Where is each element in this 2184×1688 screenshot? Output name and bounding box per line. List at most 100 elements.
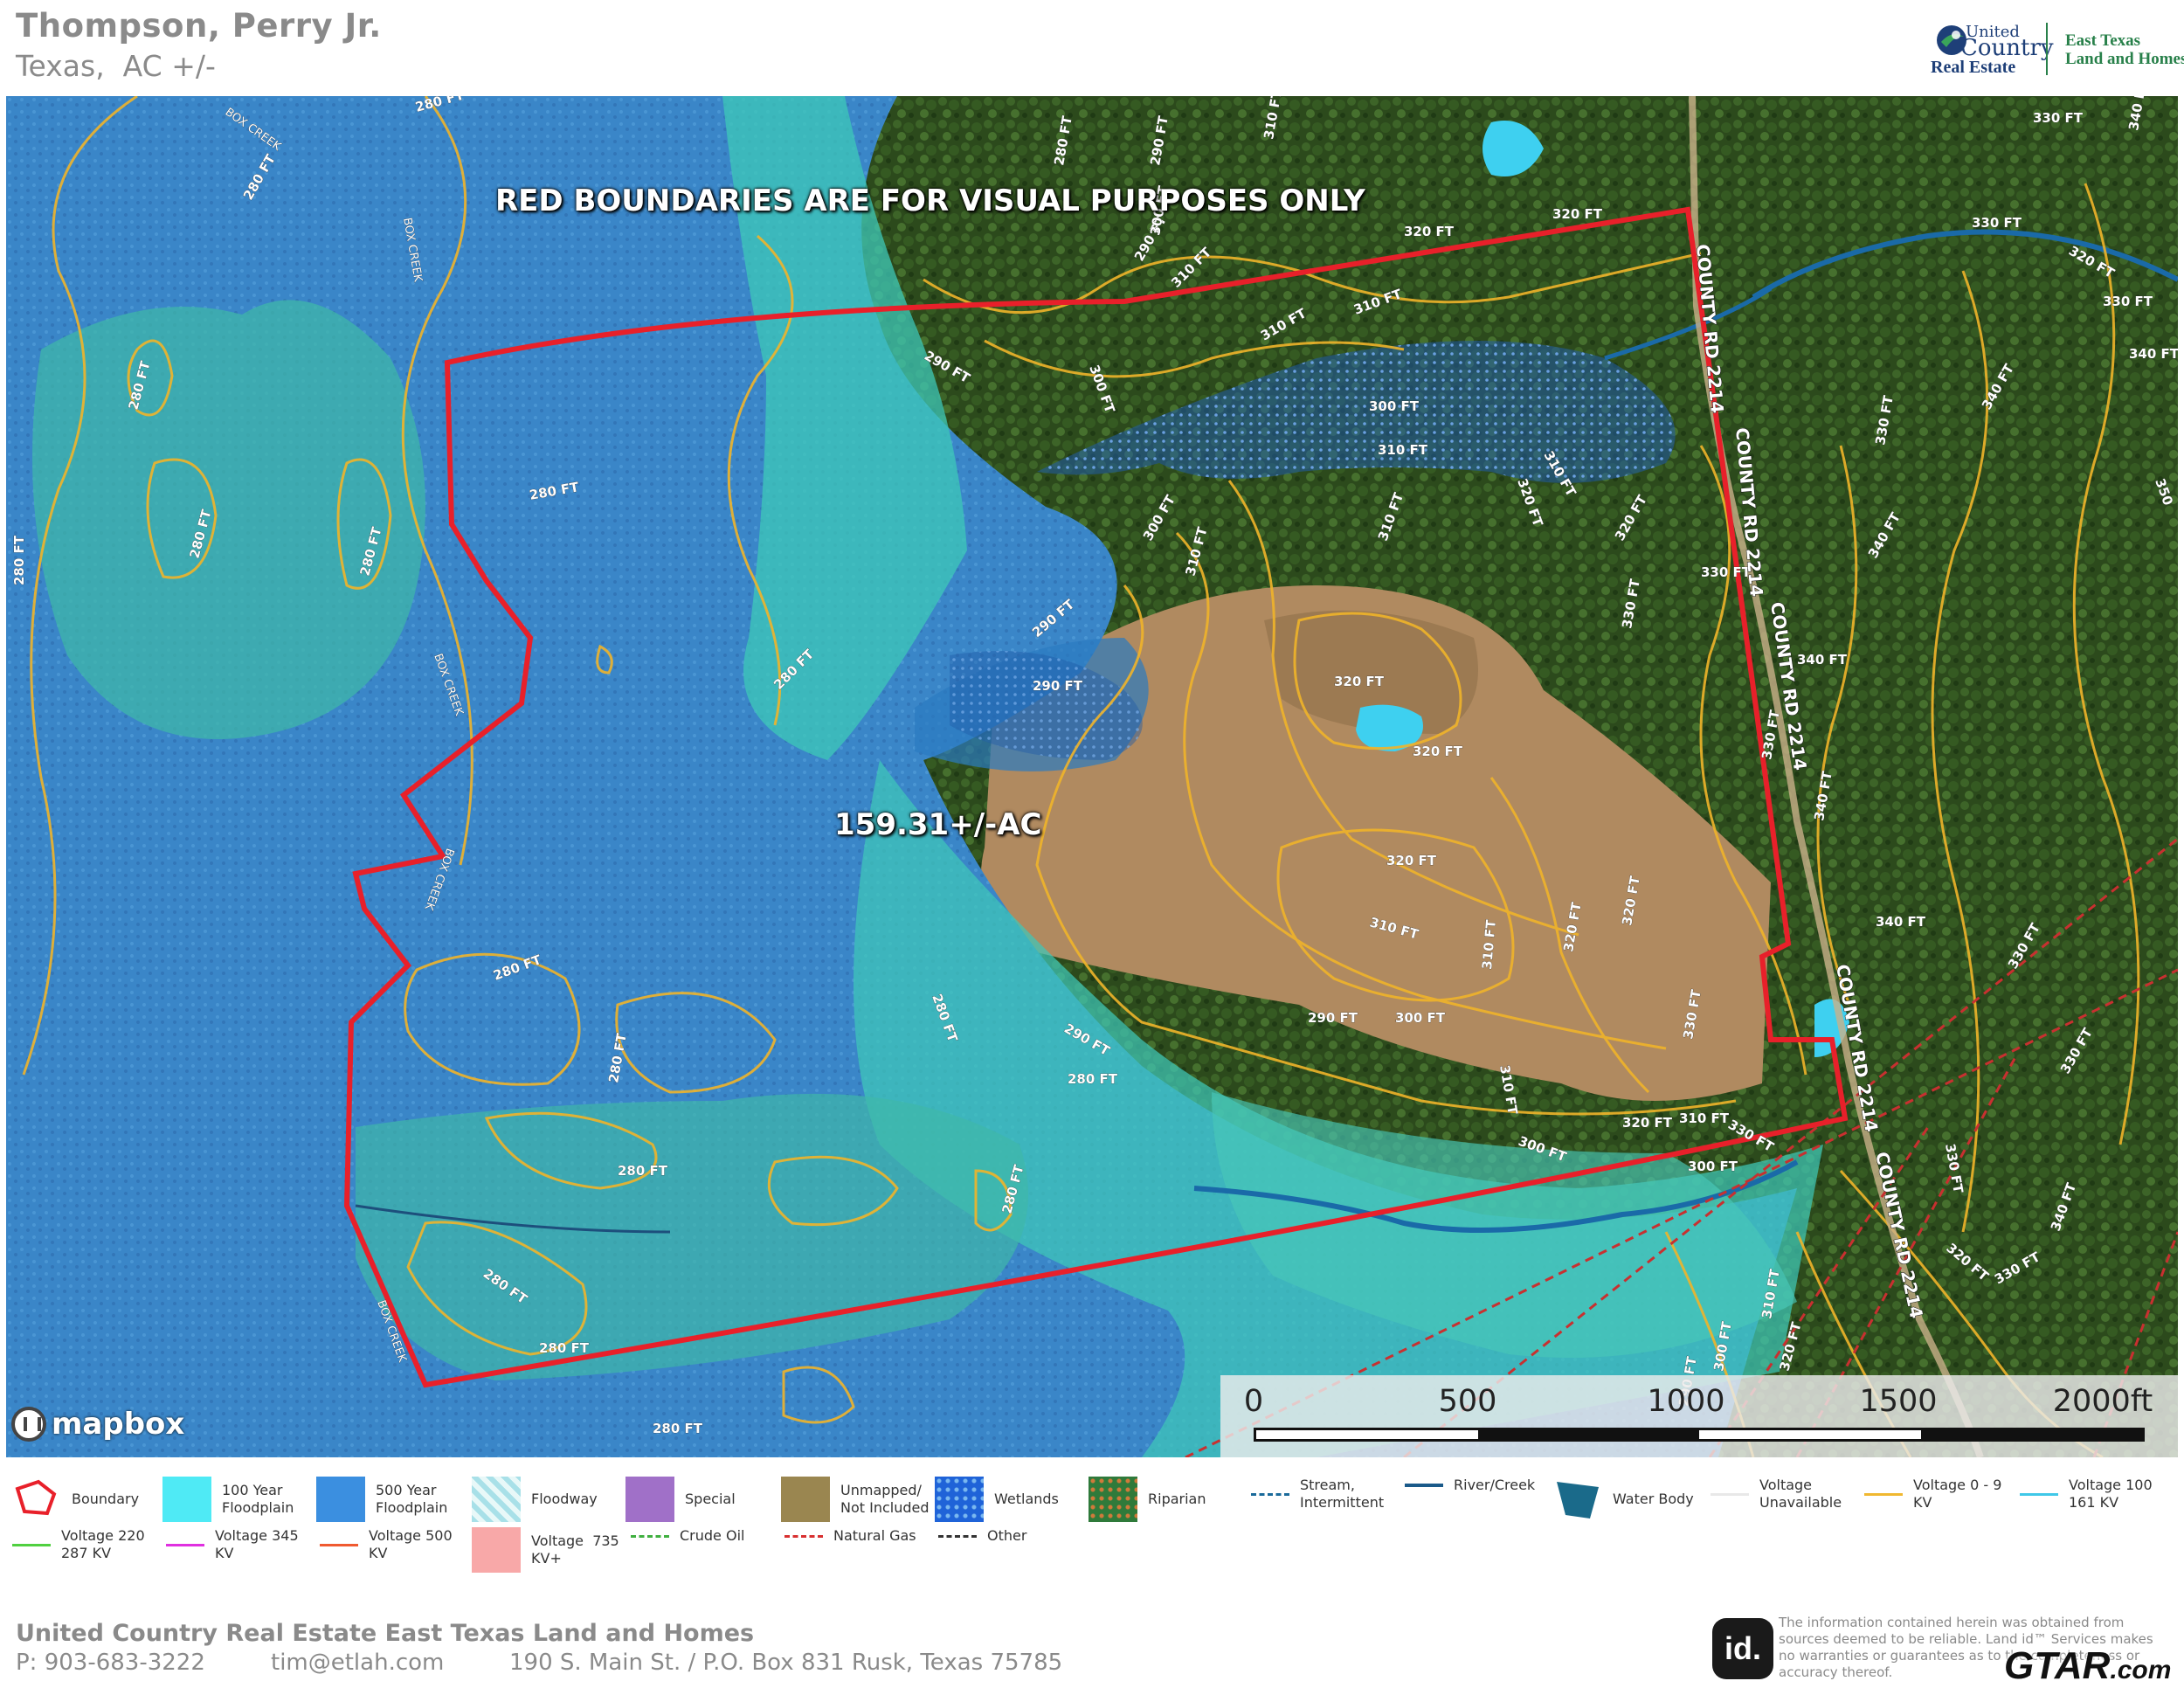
legend-item-river-creek: River/Creek (1405, 1477, 1535, 1494)
contour-label: 330 FT (2005, 920, 2043, 972)
contour-label: 320 FT (1404, 224, 1455, 239)
contour-label: 310 FT (1182, 525, 1210, 578)
legend-item-floodplain-100: 100 Year Floodplain (162, 1477, 294, 1522)
contour-label: 330 FT (1872, 394, 1897, 446)
legend-item-voltage-unavailable: Voltage Unavailable (1711, 1477, 1842, 1512)
property-owner-title: Thompson, Perry Jr. (16, 7, 382, 45)
contour-label: 310 FT (1679, 1110, 1730, 1126)
contour-label: 310 FT (1759, 1268, 1783, 1320)
contour-label: 330 FT (1992, 1249, 2043, 1287)
contour-label: 310 FT (1351, 286, 1404, 318)
contour-label: 310 FT (1368, 914, 1420, 942)
contour-label: 320 FT (1776, 1320, 1804, 1373)
footer-email-link[interactable]: tim@etlah.com (271, 1650, 444, 1676)
contour-label: 320 FT (1612, 492, 1650, 543)
road-label: COUNTY RD 2214 (1871, 1150, 1927, 1320)
natural-gas-line (784, 1534, 823, 1538)
legend-item-natural-gas: Natural Gas (784, 1527, 916, 1545)
voltage-100-161-line (2020, 1492, 2058, 1496)
land-id-logo: id. (1712, 1618, 1773, 1679)
contour-label: 280 FT (539, 1340, 590, 1356)
legend-item-riparian: Riparian (1089, 1477, 1206, 1522)
property-location-subtitle: Texas, AC +/- (16, 49, 216, 83)
contour-label: 310 FT (1479, 918, 1499, 970)
contour-label: 320 FT (1622, 1115, 1673, 1131)
legend-item-voltage-500: Voltage 500 KV (320, 1527, 453, 1562)
mapbox-icon (11, 1407, 46, 1442)
scale-label: 1500 (1859, 1384, 1938, 1419)
contour-label: 330 FT (1972, 215, 2022, 231)
voltage-unavailable-line (1711, 1492, 1749, 1496)
mapbox-wordmark: mapbox (52, 1407, 185, 1442)
contour-label: 320 FT (1552, 206, 1603, 222)
logo-divider (2046, 23, 2048, 75)
voltage-345-line (166, 1543, 204, 1546)
contour-label: 330 FT (2057, 1025, 2096, 1076)
floodplain-500-swatch (316, 1477, 365, 1522)
contour-label: 310 FT (1168, 244, 1215, 291)
contour-label: 340 FT (1865, 509, 1904, 561)
legend-item-unmapped: Unmapped/ Not Included (781, 1477, 930, 1522)
legend-item-stream-intermittent: Stream, Intermittent (1251, 1477, 1384, 1512)
legend-item-voltage-735: Voltage 735 KV+ (472, 1527, 619, 1573)
contour-label: 340 FT (2129, 346, 2178, 362)
contour-label: 280 FT (11, 535, 27, 585)
contour-label: 330 FT (1942, 1143, 1966, 1195)
contour-label: 310 FT (1378, 442, 1428, 458)
contour-label: 320 FT (1560, 901, 1585, 953)
contour-label: 280 FT (605, 1032, 630, 1084)
scale-bar: 0 500 1000 1500 2000ft (1220, 1375, 2178, 1457)
floodplain-100-swatch (162, 1477, 211, 1522)
contour-label: 320 FT (1334, 674, 1385, 689)
other-line (938, 1534, 977, 1538)
contour-label: 340 FT (1979, 361, 2017, 412)
logo-text-real-estate: Real Estate (1931, 58, 2016, 77)
creek-label: BOX CREEK (431, 652, 466, 717)
contour-label: 280 FT (491, 951, 543, 984)
legend-item-other: Other (938, 1527, 1026, 1545)
contour-label: 330 FT (1680, 988, 1704, 1041)
acreage-label: 159.31+/-AC (834, 807, 1042, 842)
unmapped-swatch (781, 1477, 830, 1522)
contour-label: 300 FT (1688, 1159, 1738, 1174)
contour-label: 320 FT (1386, 853, 1437, 868)
contour-label: 340 FT (1811, 770, 1835, 822)
contour-label: 340 FT (1876, 914, 1926, 930)
contour-label: 280 FT (999, 1163, 1026, 1215)
contour-label: 330 FT (1725, 1117, 1777, 1155)
mapbox-attribution[interactable]: mapbox (11, 1407, 184, 1442)
contour-label: 340 FT (2125, 96, 2150, 132)
map-viewport[interactable]: 280 FT 280 FT 280 FT 280 FT 280 FT 280 F… (6, 96, 2178, 1457)
contour-label: 290 FT (1029, 596, 1078, 640)
boundary-polygon-icon (15, 1479, 57, 1516)
contour-label-layer: 280 FT 280 FT 280 FT 280 FT 280 FT 280 F… (11, 96, 2178, 1436)
contour-label: 310 FT (1496, 1064, 1521, 1117)
logo-text-land-homes: Land and Homes (2065, 50, 2184, 68)
creek-label: BOX CREEK (223, 106, 284, 154)
contour-label: 280 FT (356, 525, 384, 578)
stream-intermittent-line (1251, 1492, 1289, 1496)
river-creek-line (1405, 1484, 1443, 1487)
scale-bar-track (1254, 1428, 2145, 1442)
contour-label: 280 FT (186, 508, 214, 560)
special-swatch (625, 1477, 674, 1522)
contour-label: 320 FT (1943, 1240, 1992, 1284)
contour-label: 280 FT (618, 1163, 668, 1179)
voltage-500-line (320, 1543, 358, 1546)
page-header: Thompson, Perry Jr. Texas, AC +/- United… (0, 0, 2184, 96)
creek-label: BOX CREEK (422, 847, 457, 912)
legend-item-voltage-100-161: Voltage 100 161 KV (2020, 1477, 2153, 1512)
contour-label: 280 FT (1051, 114, 1075, 167)
contour-label: 290 FT (1147, 114, 1171, 167)
scale-label: 2000ft (2052, 1384, 2153, 1419)
voltage-0-9-line (1864, 1492, 1903, 1496)
scale-label: 1000 (1647, 1384, 1725, 1419)
voltage-220-287-line (12, 1543, 51, 1546)
legend-item-wetlands: Wetlands (935, 1477, 1059, 1522)
boundary-disclaimer-label: RED BOUNDARIES ARE FOR VISUAL PURPOSES O… (495, 183, 1365, 218)
legend-item-special: Special (625, 1477, 736, 1522)
contour-label: 280 FT (653, 1421, 703, 1436)
footer-phone[interactable]: P: 903-683-3222 (16, 1650, 205, 1676)
contour-label: 340 FT (2048, 1180, 2080, 1233)
contour-label: 280 FT (771, 646, 818, 693)
